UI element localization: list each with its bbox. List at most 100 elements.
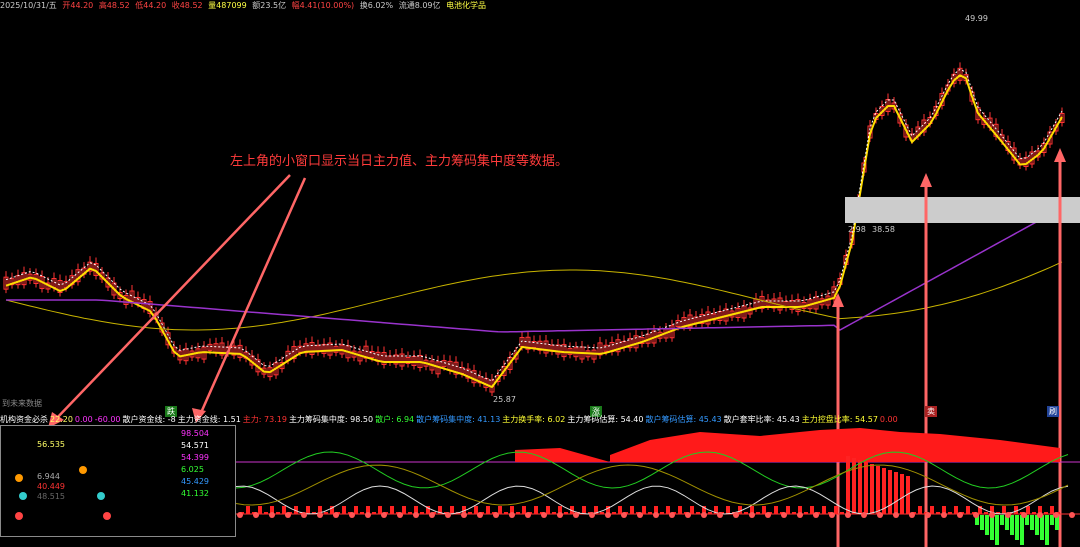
retail-bar <box>1015 515 1019 540</box>
retail-bar <box>985 515 989 535</box>
value-item: 6.025 <box>181 465 204 474</box>
float-label: 流通8.09亿 <box>398 1 441 10</box>
stock-info-bar: 2025/10/31/五 开44.20 高48.52 低44.20 收48.52… <box>0 0 1080 14</box>
volume-bar <box>648 512 652 514</box>
low-price-label: 25.87 <box>493 395 516 404</box>
volume-bar <box>774 506 778 514</box>
volume-bar <box>552 512 556 514</box>
retail-bar <box>995 515 999 545</box>
signal-dot-icon <box>317 512 323 518</box>
signal-dot-icon <box>445 512 451 518</box>
signal-dot-icon <box>781 512 787 518</box>
value-item: 6.944 <box>37 472 60 481</box>
volume-bar <box>708 512 712 514</box>
annotation-text: 左上角的小窗口显示当日主力值、主力筹码集中度等数据。 <box>230 154 569 169</box>
volume-bar <box>618 506 622 514</box>
volume-bar <box>762 506 766 514</box>
volume-bar <box>246 506 250 514</box>
signal-dot-icon <box>877 512 883 518</box>
volume-bar <box>504 512 508 514</box>
signal-dot-icon <box>973 512 979 518</box>
ma30-line <box>5 261 1063 331</box>
volume-label: 量487099 <box>208 1 247 10</box>
high-price-label: 49.99 <box>965 14 988 23</box>
signal-dot-icon <box>509 512 515 518</box>
volume-bar <box>534 506 538 514</box>
volume-bar <box>522 506 526 514</box>
volume-bar <box>630 506 634 514</box>
volume-bar <box>984 512 988 514</box>
volume-bar <box>756 512 760 514</box>
volume-bar <box>372 512 376 514</box>
date-label: 2025/10/31/五 <box>0 1 57 10</box>
signal-dot-icon <box>829 512 835 518</box>
open-label: 开44.20 <box>62 1 94 10</box>
indicator-item: 22.20 <box>50 415 73 424</box>
signal-dot-icon <box>941 512 947 518</box>
volume-bar <box>1044 512 1048 514</box>
retail-bar <box>990 515 994 540</box>
arrow-head-icon <box>1054 148 1066 162</box>
volume-bar <box>792 512 796 514</box>
box-left-label: 2.98 <box>848 225 866 234</box>
indicator-item: 散户筹码估算: 45.43 <box>645 415 722 424</box>
volume-bar <box>744 512 748 514</box>
volume-bar <box>420 512 424 514</box>
volume-bar <box>948 512 952 514</box>
volume-bar <box>264 512 268 514</box>
signal-dot-icon <box>15 474 23 482</box>
mini-data-window: 56.535 6.944 40.449 48.515 98.504 54.571… <box>0 425 236 537</box>
volume-bar <box>786 506 790 514</box>
signal-dot-icon <box>797 512 803 518</box>
volume-bar <box>660 512 664 514</box>
main-force-area <box>515 428 1060 462</box>
volume-bar <box>876 466 880 514</box>
signal-dot-icon <box>1021 512 1027 518</box>
signal-dot-icon <box>909 512 915 518</box>
retail-bar <box>1035 515 1039 535</box>
signal-dot-icon <box>813 512 819 518</box>
indicator-item: 主力筹码集中度: 98.50 <box>288 415 374 424</box>
support-box <box>845 197 1080 223</box>
volume-bar <box>600 512 604 514</box>
indicator-item: 0.00 <box>74 415 93 424</box>
volume-bar <box>888 470 892 514</box>
ma-long-line <box>6 207 1063 333</box>
signal-dot-icon <box>925 512 931 518</box>
volume-bar <box>564 512 568 514</box>
volume-bar <box>402 506 406 514</box>
volume-bar <box>582 506 586 514</box>
retail-bar <box>1045 515 1049 545</box>
volume-bar <box>870 464 874 514</box>
signal-dot-icon <box>79 466 87 474</box>
volume-bar <box>690 506 694 514</box>
indicator-item: 主力资金线: 1.51 <box>177 415 241 424</box>
indicator-item: 散户筹码集中度: 41.13 <box>416 415 501 424</box>
volume-bar <box>546 506 550 514</box>
signal-dot-icon <box>893 512 899 518</box>
signal-dot-icon <box>669 512 675 518</box>
signal-dot-icon <box>861 512 867 518</box>
signal-dot-icon <box>845 512 851 518</box>
volume-bar <box>468 512 472 514</box>
signal-dot-icon <box>1069 512 1075 518</box>
indicator-item: 主力筹码估算: 54.40 <box>567 415 644 424</box>
volume-bar <box>408 512 412 514</box>
signal-dot-icon <box>525 512 531 518</box>
volume-bar <box>804 512 808 514</box>
signal-dot-icon <box>557 512 563 518</box>
signal-dot-icon <box>237 512 243 518</box>
signal-dot-icon <box>637 512 643 518</box>
value-item: 48.515 <box>37 492 65 501</box>
volume-bar <box>882 468 886 514</box>
volume-bar <box>1050 506 1054 514</box>
volume-bar <box>612 512 616 514</box>
box-right-label: 38.58 <box>872 225 895 234</box>
retail-bar <box>1000 515 1004 525</box>
volume-bar <box>834 506 838 514</box>
retail-bar <box>1030 515 1034 530</box>
volume-bar <box>324 512 328 514</box>
volume-bar <box>378 506 382 514</box>
indicator-item: 散户资金线: -8 <box>122 415 176 424</box>
value-item: 45.429 <box>181 477 209 486</box>
